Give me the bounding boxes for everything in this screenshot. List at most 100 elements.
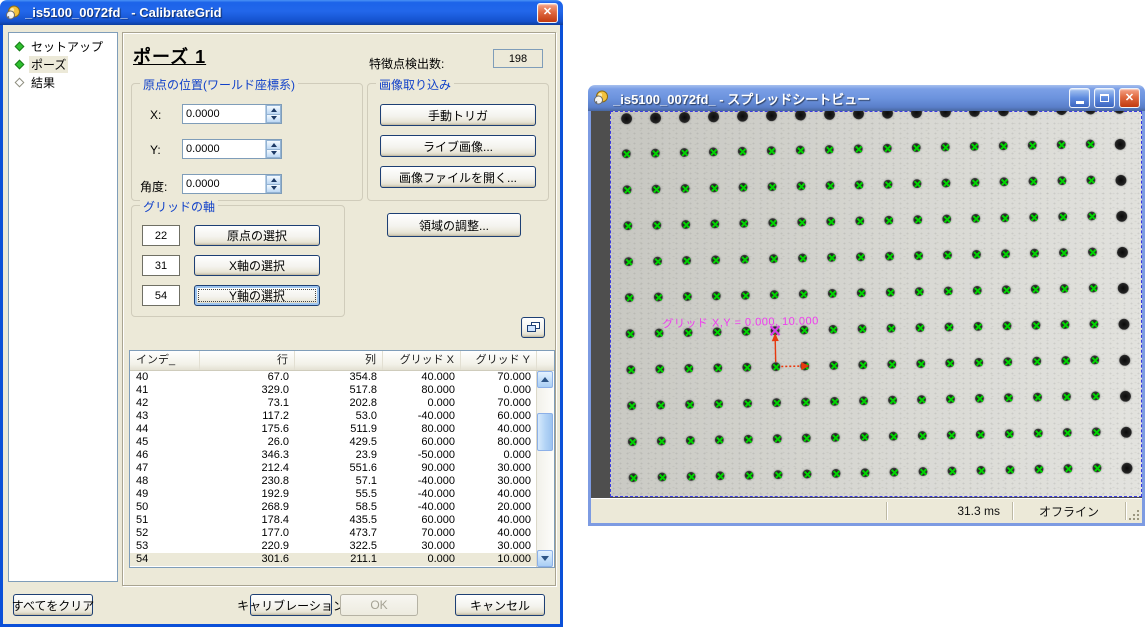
spin-down-icon[interactable]	[266, 185, 281, 194]
select-y-axis-button[interactable]: Y軸の選択	[194, 285, 320, 306]
table-row[interactable]: 41329.0517.880.0000.000	[130, 384, 537, 397]
scroll-up-icon[interactable]	[537, 371, 553, 388]
table-cell: 429.5	[295, 436, 383, 449]
table-cell: -40.000	[383, 410, 461, 423]
table-row[interactable]: 49192.955.5-40.00040.000	[130, 488, 537, 501]
spreadsheet-view-window: _is5100_0072fd_ - スプレッドシートビュー ✕	[588, 85, 1145, 526]
table-row[interactable]: 48230.857.1-40.00030.000	[130, 475, 537, 488]
table-cell: 177.0	[200, 527, 295, 540]
y-spin-field[interactable]: 0.0000	[182, 139, 282, 159]
image-area: グリッド X,Y = 0.000, 10.000	[591, 111, 1142, 499]
spin-down-icon[interactable]	[266, 150, 281, 159]
pose-panel: ポーズ 1 特徴点検出数: 198 原点の位置(ワールド座標系) X: 0.00…	[122, 32, 556, 586]
title-bar[interactable]: _is5100_0072fd_ - スプレッドシートビュー ✕	[588, 85, 1145, 111]
ok-button[interactable]: OK	[340, 594, 418, 616]
table-cell: 473.7	[295, 527, 383, 540]
table-row[interactable]: 51178.4435.560.00040.000	[130, 514, 537, 527]
sidebar-item-result[interactable]: 結果	[9, 73, 117, 91]
table-row[interactable]: 44175.6511.980.00040.000	[130, 423, 537, 436]
calibration-plate-image[interactable]: グリッド X,Y = 0.000, 10.000	[610, 111, 1142, 497]
angle-spin-field[interactable]: 0.0000	[182, 174, 282, 194]
table-cell: 0.000	[461, 384, 537, 397]
scroll-down-icon[interactable]	[537, 550, 553, 567]
table-cell: 26.0	[200, 436, 295, 449]
spin-down-icon[interactable]	[266, 115, 281, 124]
resize-grip[interactable]	[1126, 499, 1142, 523]
column-header-grid-x[interactable]: グリッド X	[383, 351, 461, 370]
column-header-col[interactable]: 列	[295, 351, 383, 370]
x-spin-field[interactable]: 0.0000	[182, 104, 282, 124]
table-cell: 322.5	[295, 540, 383, 553]
table-cell: 230.8	[200, 475, 295, 488]
adjust-region-button[interactable]: 領域の調整...	[387, 213, 521, 237]
table-cell: 40.000	[461, 488, 537, 501]
table-cell: 23.9	[295, 449, 383, 462]
feature-point-table: インデ_ 行 列 グリッド X グリッド Y 4067.0354.840.000…	[129, 350, 555, 568]
table-row[interactable]: 43117.253.0-40.00060.000	[130, 410, 537, 423]
sidebar-item-label: 結果	[29, 74, 57, 91]
clear-all-button[interactable]: すべてをクリア	[13, 594, 93, 616]
table-cell: 40.000	[461, 423, 537, 436]
table-scrollbar[interactable]	[536, 371, 554, 567]
show-image-window-button[interactable]	[521, 317, 545, 338]
spin-up-icon[interactable]	[266, 140, 281, 150]
table-cell: 47	[130, 462, 200, 475]
table-cell: 0.000	[383, 397, 461, 410]
setup-step-list[interactable]: セットアップ ポーズ 結果	[8, 32, 118, 582]
table-row[interactable]: 47212.4551.690.00030.000	[130, 462, 537, 475]
table-cell: 60.000	[383, 436, 461, 449]
table-cell: 80.000	[383, 384, 461, 397]
column-header-row[interactable]: 行	[200, 351, 295, 370]
table-cell: 60.000	[383, 514, 461, 527]
field-value: 0.0000	[183, 175, 265, 193]
scrollbar-thumb[interactable]	[537, 413, 553, 451]
sidebar-item-setup[interactable]: セットアップ	[9, 37, 117, 55]
app-magnifier-icon	[5, 5, 21, 21]
table-cell: 90.000	[383, 462, 461, 475]
open-image-file-button[interactable]: 画像ファイルを開く...	[380, 166, 536, 188]
table-cell: 40.000	[461, 527, 537, 540]
close-icon[interactable]: ✕	[1119, 88, 1140, 108]
table-cell: 52	[130, 527, 200, 540]
close-icon[interactable]: ✕	[537, 3, 558, 23]
y-axis-index-value: 54	[142, 285, 180, 306]
table-row[interactable]: 46346.323.9-50.0000.000	[130, 449, 537, 462]
minimize-icon[interactable]	[1069, 88, 1090, 108]
table-cell: 58.5	[295, 501, 383, 514]
table-row[interactable]: 4067.0354.840.00070.000	[130, 371, 537, 384]
live-image-button[interactable]: ライブ画像...	[380, 135, 536, 157]
select-origin-button[interactable]: 原点の選択	[194, 225, 320, 246]
table-cell: 212.4	[200, 462, 295, 475]
calibrate-button[interactable]: キャリブレーション	[250, 594, 332, 616]
table-cell: 54	[130, 553, 200, 566]
column-header-index[interactable]: インデ_	[130, 351, 200, 370]
table-cell: 44	[130, 423, 200, 436]
title-bar[interactable]: _is5100_0072fd_ - CalibrateGrid ✕	[0, 0, 563, 25]
grid-axis-group: グリッドの軸 22 原点の選択 31 X軸の選択 54 Y軸の選択	[131, 205, 345, 317]
spin-up-icon[interactable]	[266, 105, 281, 115]
table-row[interactable]: 4526.0429.560.00080.000	[130, 436, 537, 449]
field-value: 0.0000	[183, 105, 265, 123]
table-row[interactable]: 4273.1202.80.00070.000	[130, 397, 537, 410]
table-cell: 49	[130, 488, 200, 501]
spin-up-icon[interactable]	[266, 175, 281, 185]
table-cell: 73.1	[200, 397, 295, 410]
table-cell: 301.6	[200, 553, 295, 566]
select-x-axis-button[interactable]: X軸の選択	[194, 255, 320, 276]
spinner-buttons	[265, 140, 281, 158]
maximize-icon[interactable]	[1094, 88, 1115, 108]
table-row[interactable]: 52177.0473.770.00040.000	[130, 527, 537, 540]
table-row[interactable]: 50268.958.5-40.00020.000	[130, 501, 537, 514]
step-marker-icon	[15, 59, 25, 69]
manual-trigger-button[interactable]: 手動トリガ	[380, 104, 536, 126]
dialog-body: セットアップ ポーズ 結果 ポーズ 1 特徴点検出数: 198 原点の位置(ワー…	[0, 25, 563, 627]
column-header-grid-y[interactable]: グリッド Y	[461, 351, 537, 370]
table-row[interactable]: 53220.9322.530.00030.000	[130, 540, 537, 553]
table-row[interactable]: 54301.6211.10.00010.000	[130, 553, 537, 566]
cancel-button[interactable]: キャンセル	[455, 594, 545, 616]
table-cell: 67.0	[200, 371, 295, 384]
sidebar-item-pose[interactable]: ポーズ	[9, 55, 117, 73]
table-cell: 40	[130, 371, 200, 384]
table-cell: 41	[130, 384, 200, 397]
table-cell: 51	[130, 514, 200, 527]
